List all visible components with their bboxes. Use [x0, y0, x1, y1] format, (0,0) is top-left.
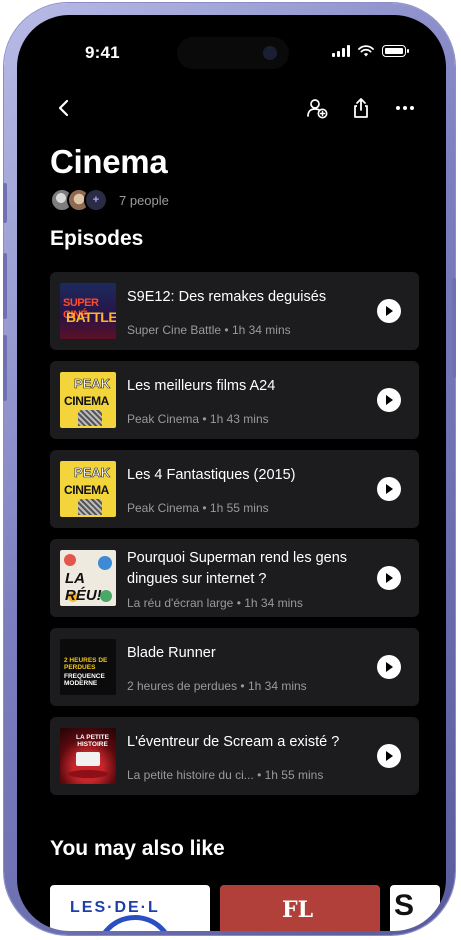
episode-duration: 1h 55 mins: [264, 768, 324, 782]
status-icons: [332, 45, 409, 57]
episode-title: L'éventreur de Scream a existé ?: [127, 734, 340, 750]
episode-card[interactable]: LA PETITE HISTOIRE L'éventreur de Scream…: [50, 717, 419, 795]
cover-text: LA PETITE HISTOIRE: [76, 734, 109, 748]
cover-text: PEAK: [74, 376, 111, 392]
episode-title: Pourquoi Superman rend les gens dingues …: [127, 550, 348, 587]
cover-text: CINEMA: [64, 394, 109, 408]
play-button[interactable]: [377, 566, 401, 590]
episodes-heading: Episodes: [50, 227, 144, 250]
episode-title: Les 4 Fantastiques (2015): [127, 467, 296, 483]
episode-duration: 1h 34 mins: [231, 323, 291, 337]
episode-cover: PEAK CINEMA: [60, 461, 116, 517]
episode-meta: La petite histoire du ci... • 1h 55 mins: [127, 768, 324, 782]
add-person-button[interactable]: [304, 95, 330, 121]
cover-text: FREQUENCE MODERNE: [64, 673, 105, 687]
chevron-left-icon: [58, 99, 69, 117]
episode-card[interactable]: PEAK CINEMA Les meilleurs films A24 Peak…: [50, 361, 419, 439]
play-icon: [386, 573, 393, 583]
cover-text: BATTLE: [66, 309, 116, 325]
podcast-name: La réu d'écran large: [127, 596, 234, 610]
recommendations-row: LES·DE·L FL S: [50, 885, 440, 931]
status-time: 9:41: [85, 43, 120, 62]
people-count: 7 people: [119, 192, 169, 208]
volume-up-button: [3, 253, 7, 319]
play-icon: [386, 484, 393, 494]
header-actions: [304, 95, 418, 121]
episode-cover: LA PETITE HISTOIRE: [60, 728, 116, 784]
episode-duration: 1h 55 mins: [209, 501, 269, 515]
episode-duration: 1h 43 mins: [209, 412, 269, 426]
cellular-signal-icon: [332, 45, 350, 57]
share-button[interactable]: [348, 95, 374, 121]
status-bar: 9:41: [17, 15, 446, 85]
volume-down-button: [3, 335, 7, 401]
wifi-icon: [358, 45, 374, 57]
episode-meta: Super Cine Battle • 1h 34 mins: [127, 323, 291, 337]
play-button[interactable]: [377, 655, 401, 679]
add-member-icon[interactable]: +: [84, 188, 108, 212]
more-icon: [396, 106, 414, 110]
power-button: [452, 278, 456, 378]
episode-card[interactable]: LA RÉU! Pourquoi Superman rend les gens …: [50, 539, 419, 617]
podcast-name: Peak Cinema: [127, 412, 200, 426]
recommendation-card[interactable]: S: [390, 885, 440, 931]
episode-title: Les meilleurs films A24: [127, 378, 276, 394]
episode-cover: 2 HEURES DE PERDUES FREQUENCE MODERNE: [60, 639, 116, 695]
episode-card[interactable]: 2 HEURES DE PERDUES FREQUENCE MODERNE Bl…: [50, 628, 419, 706]
recommendation-card[interactable]: LES·DE·L: [50, 885, 210, 931]
battery-icon: [382, 45, 409, 57]
episode-cover: SUPER CINÉ BATTLE: [60, 283, 116, 339]
action-button: [3, 183, 7, 223]
add-person-icon: [307, 99, 328, 119]
you-may-also-like-heading: You may also like: [50, 837, 225, 860]
cover-text: LES·DE·L: [70, 899, 160, 916]
share-icon: [354, 98, 368, 118]
episode-meta: Peak Cinema • 1h 55 mins: [127, 501, 269, 515]
episode-title: S9E12: Des remakes deguisés: [127, 289, 327, 305]
play-button[interactable]: [377, 299, 401, 323]
play-button[interactable]: [377, 388, 401, 412]
episode-meta: La réu d'écran large • 1h 34 mins: [127, 596, 303, 610]
episode-meta: Peak Cinema • 1h 43 mins: [127, 412, 269, 426]
podcast-name: 2 heures de perdues: [127, 679, 238, 693]
phone-frame: 9:41 Cinema + 7 people Episodes SUPER CI…: [3, 3, 456, 935]
episode-cover: PEAK CINEMA: [60, 372, 116, 428]
recommendation-card[interactable]: FL: [220, 885, 380, 931]
members-row[interactable]: + 7 people: [50, 188, 169, 212]
more-button[interactable]: [392, 95, 418, 121]
cover-text: LA RÉU!: [65, 570, 102, 604]
page-title: Cinema: [50, 143, 168, 180]
episode-meta: 2 heures de perdues • 1h 34 mins: [127, 679, 307, 693]
episode-title: Blade Runner: [127, 645, 216, 661]
play-icon: [386, 662, 393, 672]
cover-text: FL: [282, 897, 314, 923]
podcast-name: Peak Cinema: [127, 501, 200, 515]
cover-text: CINEMA: [64, 483, 109, 497]
episode-cover: LA RÉU!: [60, 550, 116, 606]
dynamic-island: [177, 37, 289, 69]
podcast-name: Super Cine Battle: [127, 323, 222, 337]
app-screen: 9:41 Cinema + 7 people Episodes SUPER CI…: [17, 15, 446, 931]
camera-icon: [263, 46, 277, 60]
play-button[interactable]: [377, 477, 401, 501]
episode-card[interactable]: PEAK CINEMA Les 4 Fantastiques (2015) Pe…: [50, 450, 419, 528]
play-icon: [386, 306, 393, 316]
cover-text: S: [394, 889, 415, 922]
play-icon: [386, 751, 393, 761]
play-button[interactable]: [377, 744, 401, 768]
cover-text: PEAK: [74, 465, 111, 481]
episode-card[interactable]: SUPER CINÉ BATTLE S9E12: Des remakes deg…: [50, 272, 419, 350]
episode-duration: 1h 34 mins: [244, 596, 303, 610]
episode-duration: 1h 34 mins: [247, 679, 307, 693]
play-icon: [386, 395, 393, 405]
cover-text: 2 HEURES DE PERDUES: [64, 657, 108, 671]
podcast-name: La petite histoire du ci...: [127, 768, 254, 782]
back-button[interactable]: [51, 95, 77, 121]
